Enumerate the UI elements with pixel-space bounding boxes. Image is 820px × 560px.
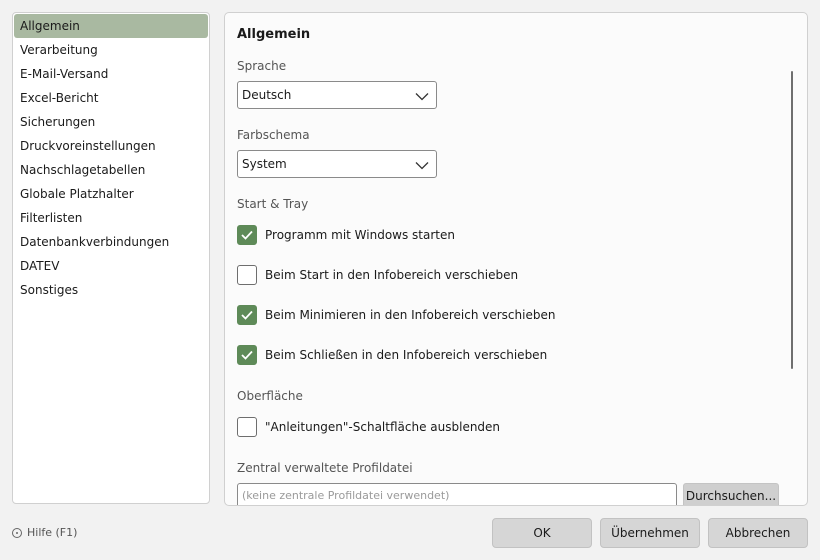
language-select[interactable]: Deutsch <box>237 81 437 109</box>
sidebar-item-datev[interactable]: DATEV <box>14 254 208 278</box>
start-tray-label: Start & Tray <box>237 197 309 211</box>
checkbox-label: Programm mit Windows starten <box>265 228 455 242</box>
checkbox-checked[interactable] <box>237 225 257 245</box>
sidebar-item-druckvoreinstellungen[interactable]: Druckvoreinstellungen <box>14 134 208 158</box>
checkbox-checked[interactable] <box>237 345 257 365</box>
sidebar-item-globale-platzhalter[interactable]: Globale Platzhalter <box>14 182 208 206</box>
settings-panel: Allgemein Sprache Deutsch Farbschema Sys… <box>224 12 808 506</box>
check-icon <box>241 230 253 240</box>
chevron-down-icon <box>415 159 429 173</box>
chevron-down-icon <box>415 90 429 104</box>
profile-file-label: Zentral verwaltete Profildatei <box>237 461 413 475</box>
checkbox-label: Beim Start in den Infobereich verschiebe… <box>265 268 519 282</box>
sidebar-item-nachschlagetabellen[interactable]: Nachschlagetabellen <box>14 158 208 182</box>
sidebar-item-datenbankverbindungen[interactable]: Datenbankverbindungen <box>14 230 208 254</box>
cancel-button[interactable]: Abbrechen <box>708 518 808 548</box>
checkbox-label: Beim Schließen in den Infobereich versch… <box>265 348 548 362</box>
settings-sidebar: Allgemein Verarbeitung E-Mail-Versand Ex… <box>12 12 210 504</box>
language-label: Sprache <box>237 59 287 73</box>
sidebar-item-allgemein[interactable]: Allgemein <box>14 14 208 38</box>
help-link[interactable]: Hilfe (F1) <box>12 526 77 540</box>
vertical-scrollbar[interactable] <box>791 71 793 369</box>
color-scheme-select-value: System <box>242 157 287 171</box>
checkbox-label: "Anleitungen"-Schaltfläche ausblenden <box>265 420 501 434</box>
page-title: Allgemein <box>237 27 311 42</box>
surface-label: Oberfläche <box>237 389 303 403</box>
ok-button[interactable]: OK <box>492 518 592 548</box>
sidebar-item-sicherungen[interactable]: Sicherungen <box>14 110 208 134</box>
sidebar-item-verarbeitung[interactable]: Verarbeitung <box>14 38 208 62</box>
profile-file-input[interactable]: (keine zentrale Profildatei verwendet) <box>237 483 677 505</box>
checkbox-unchecked[interactable] <box>237 265 257 285</box>
help-label: Hilfe (F1) <box>27 526 78 539</box>
sidebar-item-filterlisten[interactable]: Filterlisten <box>14 206 208 230</box>
sidebar-item-email-versand[interactable]: E-Mail-Versand <box>14 62 208 86</box>
apply-button[interactable]: Übernehmen <box>600 518 700 548</box>
sidebar-item-excel-bericht[interactable]: Excel-Bericht <box>14 86 208 110</box>
language-select-value: Deutsch <box>242 88 292 102</box>
checkbox-label: Beim Minimieren in den Infobereich versc… <box>265 308 556 322</box>
check-icon <box>241 310 253 320</box>
browse-button[interactable]: Durchsuchen... <box>683 483 779 505</box>
check-icon <box>241 350 253 360</box>
sidebar-item-sonstiges[interactable]: Sonstiges <box>14 278 208 302</box>
help-circle-icon <box>12 528 22 538</box>
color-scheme-label: Farbschema <box>237 128 310 142</box>
checkbox-checked[interactable] <box>237 305 257 325</box>
checkbox-unchecked[interactable] <box>237 417 257 437</box>
profile-file-placeholder: (keine zentrale Profildatei verwendet) <box>242 489 450 502</box>
color-scheme-select[interactable]: System <box>237 150 437 178</box>
